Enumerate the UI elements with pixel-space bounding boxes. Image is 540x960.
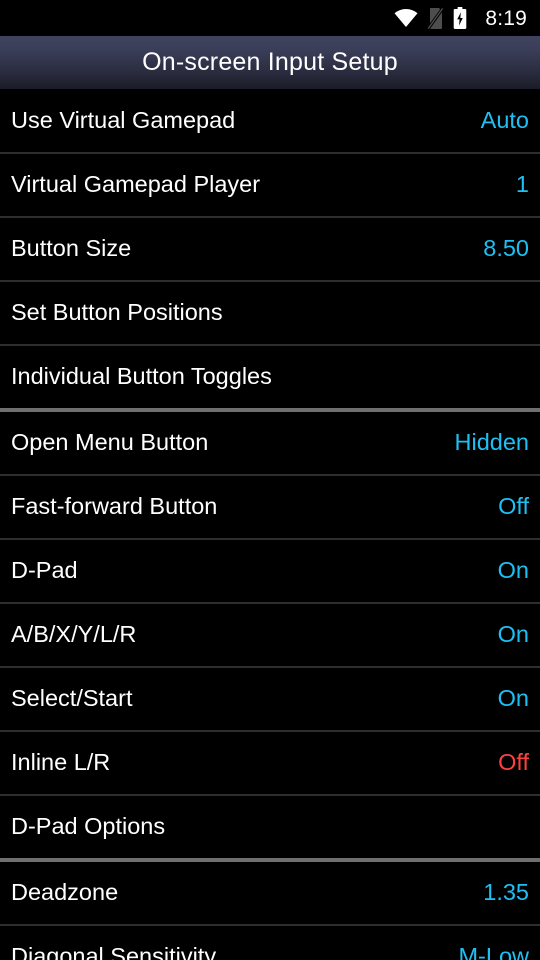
preference-row[interactable]: D-Pad Options xyxy=(0,796,540,858)
status-icons: 8:19 xyxy=(394,6,527,30)
preference-label: D-Pad Options xyxy=(11,813,166,840)
preference-row[interactable]: Deadzone 1.35 xyxy=(0,862,540,924)
preference-label: Fast-forward Button xyxy=(11,493,218,520)
preference-row[interactable]: A/B/X/Y/L/R On xyxy=(0,604,540,666)
preference-list: Use Virtual Gamepad Auto Virtual Gamepad P… xyxy=(0,90,540,960)
preference-row[interactable]: Diagonal Sensitivity M-Low xyxy=(0,926,540,960)
preference-label: Set Button Positions xyxy=(11,299,223,326)
preference-value: Off xyxy=(498,749,529,776)
preference-label: Diagonal Sensitivity xyxy=(11,943,217,960)
preference-label: Select/Start xyxy=(11,685,133,712)
preference-value: 1 xyxy=(515,171,529,198)
wifi-icon xyxy=(394,9,418,27)
page-title: On-screen Input Setup xyxy=(142,48,398,76)
preference-row[interactable]: Fast-forward Button Off xyxy=(0,476,540,538)
status-bar: 8:19 xyxy=(0,0,540,36)
preference-label: Inline L/R xyxy=(11,749,111,776)
preference-row[interactable]: D-Pad On xyxy=(0,540,540,602)
preference-label: A/B/X/Y/L/R xyxy=(11,621,137,648)
preference-value: On xyxy=(497,685,529,712)
preference-value: 1.35 xyxy=(483,879,529,906)
preference-row[interactable]: Individual Button Toggles xyxy=(0,346,540,408)
preference-label: Use Virtual Gamepad xyxy=(11,107,236,134)
status-bar-clock: 8:19 xyxy=(485,6,527,30)
preference-value: M-Low xyxy=(458,943,529,960)
title-bar: On-screen Input Setup xyxy=(0,36,540,90)
preference-value: On xyxy=(497,557,529,584)
preference-row[interactable]: Use Virtual Gamepad Auto xyxy=(0,90,540,152)
preference-row[interactable]: Button Size 8.50 xyxy=(0,218,540,280)
preference-value: On xyxy=(497,621,529,648)
preference-row[interactable]: Set Button Positions xyxy=(0,282,540,344)
preference-label: Virtual Gamepad Player xyxy=(11,171,261,198)
battery-charging-icon xyxy=(454,7,467,29)
preference-label: Individual Button Toggles xyxy=(11,363,272,390)
preference-value: Auto xyxy=(480,107,529,134)
preference-label: Open Menu Button xyxy=(11,429,209,456)
preference-label: Button Size xyxy=(11,235,132,262)
preference-value: Hidden xyxy=(454,429,529,456)
preference-row[interactable]: Select/Start On xyxy=(0,668,540,730)
preference-value: Off xyxy=(498,493,529,520)
preference-row[interactable]: Inline L/R Off xyxy=(0,732,540,794)
preference-value: 8.50 xyxy=(483,235,529,262)
preference-label: Deadzone xyxy=(11,879,119,906)
preference-row[interactable]: Virtual Gamepad Player 1 xyxy=(0,154,540,216)
preference-label: D-Pad xyxy=(11,557,78,584)
sim-off-icon xyxy=(427,6,445,30)
preference-row[interactable]: Open Menu Button Hidden xyxy=(0,412,540,474)
